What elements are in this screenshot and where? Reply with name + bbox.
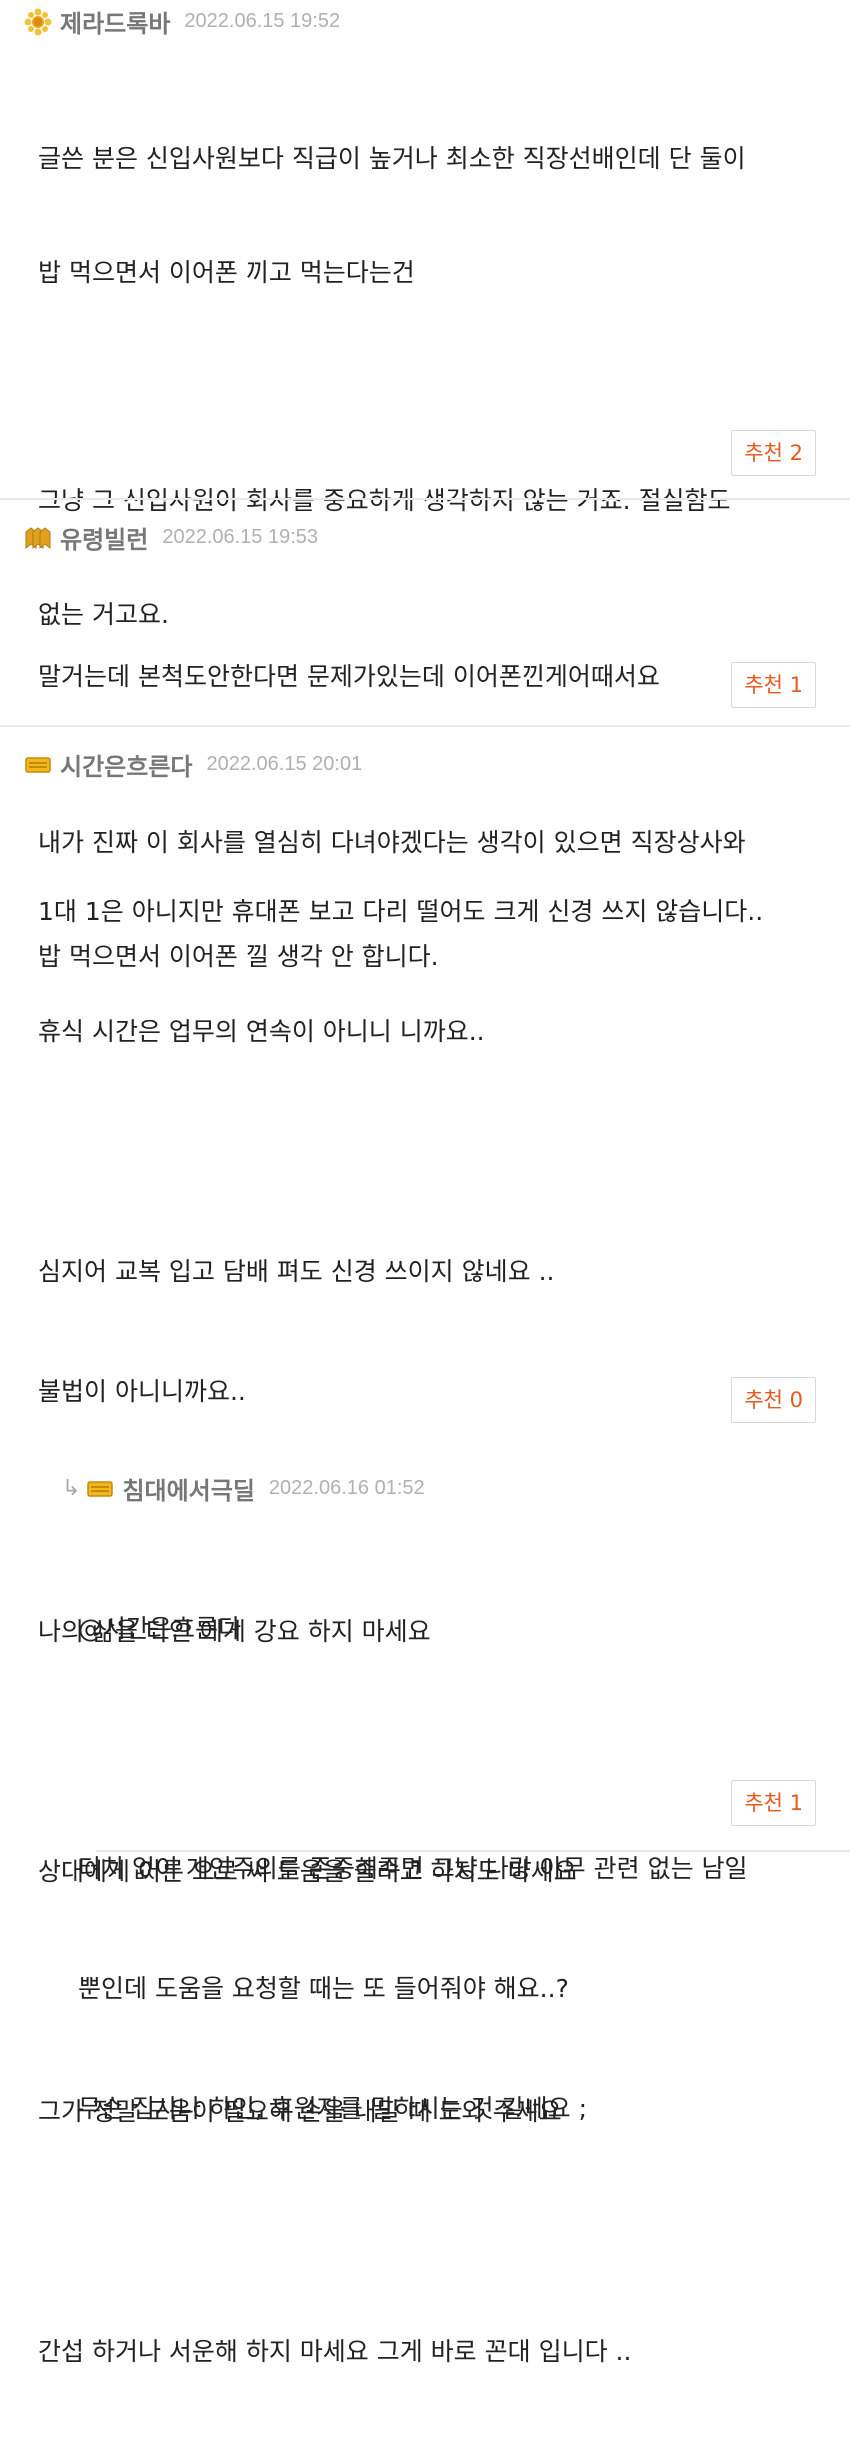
comment: 제라드록바 2022.06.15 19:52 글쓴 분은 신입사원보다 직급이 … — [0, 0, 850, 971]
comment-line: 밥 먹으면서 이어폰 끼고 먹는다는건 — [38, 258, 415, 287]
comment-line — [38, 1132, 763, 1172]
comment-line: 휴식 시간은 업무의 연속이 아니니 니까요.. — [38, 1017, 485, 1046]
comment-time: 2022.06.16 01:52 — [268, 1477, 425, 1499]
comment-line: 심지어 교복 입고 담배 펴도 신경 쓰이지 않네요 .. — [38, 1257, 555, 1286]
comment-time: 2022.06.15 20:01 — [206, 753, 363, 775]
gold-chevron-badge-icon — [25, 526, 51, 549]
comment-line: 무슨 집사나 하인, 후원자를 말하시는 것 같네요 ; — [78, 2094, 587, 2123]
comment-author[interactable]: 침대에서극딜 — [122, 1471, 254, 1506]
recommend-button[interactable]: 추천 1 — [731, 662, 816, 708]
comment-body: @시간은흐른다 터치 없이 개인주의를 존중해주면 그냥 나랑 아무 관련 없는… — [78, 1529, 748, 2209]
divider — [96, 1850, 850, 1852]
recommend-button[interactable]: 추천 1 — [731, 1780, 816, 1826]
recommend-button[interactable]: 추천 2 — [731, 430, 816, 476]
comment-line: 뿐인데 도움을 요청할 때는 또 들어줘야 해요..? — [78, 1974, 569, 2003]
comment-line: 글쓴 분은 신입사원보다 직급이 높거나 최소한 직장선배인데 단 둘이 — [38, 144, 746, 173]
comment-meta: 제라드록바 2022.06.15 19:52 — [24, 4, 340, 39]
reply-arrow-icon: ↳ — [62, 1476, 81, 1501]
comment: 유령빌런 2022.06.15 19:53 말거는데 본척도안한다면 문제가있는… — [0, 500, 850, 725]
comment-line: 불법이 아니니까요.. — [38, 1377, 246, 1406]
gold-bar-badge-icon — [25, 756, 51, 773]
comment-meta: 시간은흐른다 2022.06.15 20:01 — [24, 747, 362, 782]
comment-author[interactable]: 유령빌런 — [60, 520, 148, 555]
comment-line: 간섭 하거나 서운해 하지 마세요 그게 바로 꼰대 입니다 .. — [38, 2337, 632, 2366]
reply-comment: ↳ 침대에서극딜 2022.06.16 01:52 @시간은흐른다 터치 없이 … — [0, 1445, 850, 2123]
comment-meta: ↳ 침대에서극딜 2022.06.16 01:52 — [62, 1471, 425, 1506]
comment-line — [38, 368, 746, 406]
gold-star-badge-icon — [24, 8, 52, 35]
comment-line — [38, 2212, 763, 2252]
comment-line: 터치 없이 개인주의를 존중해주면 그냥 나랑 아무 관련 없는 남일 — [78, 1854, 748, 1883]
comment-time: 2022.06.15 19:53 — [162, 526, 319, 548]
mention-line: @시간은흐른다 — [78, 1614, 242, 1643]
comment-line — [78, 1729, 748, 1769]
comment-line: 말거는데 본척도안한다면 문제가있는데 이어폰낀게어때서요 — [38, 662, 660, 691]
comment-author[interactable]: 제라드록바 — [60, 4, 170, 39]
comment-line: 1대 1은 아니지만 휴대폰 보고 다리 떨어도 크게 신경 쓰지 않습니다.. — [38, 897, 764, 926]
comment-author[interactable]: 시간은흐른다 — [60, 747, 192, 782]
comment: 시간은흐른다 2022.06.15 20:01 1대 1은 아니지만 휴대폰 보… — [0, 727, 850, 2366]
gold-bar-badge-icon — [87, 1480, 114, 1497]
comment-meta: 유령빌런 2022.06.15 19:53 — [24, 520, 318, 555]
recommend-button[interactable]: 추천 0 — [731, 1377, 816, 1423]
comment-time: 2022.06.15 19:52 — [184, 10, 341, 32]
